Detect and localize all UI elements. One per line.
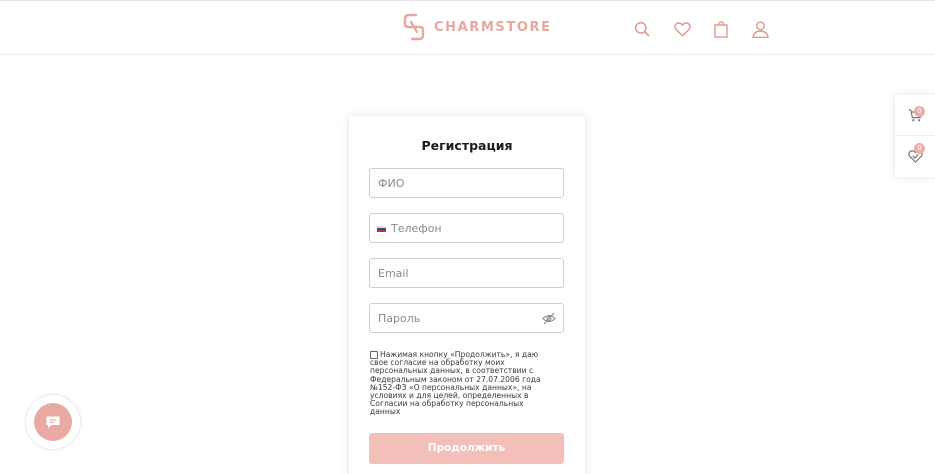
- registration-form: Регистрация Нажимая кнопку «Продолжить»,…: [349, 116, 585, 474]
- shopping-bag-icon[interactable]: [711, 19, 731, 39]
- consent-block: Нажимая кнопку «Продолжить», я даю свое …: [370, 350, 555, 417]
- consent-text: Нажимая кнопку «Продолжить», я даю свое …: [370, 350, 541, 417]
- site-header: CHARMSTORE: [0, 1, 935, 55]
- email-input[interactable]: [370, 259, 563, 287]
- password-input[interactable]: [370, 304, 563, 332]
- form-title: Регистрация: [421, 138, 513, 153]
- name-input[interactable]: [370, 169, 563, 197]
- phone-field: [369, 213, 564, 243]
- user-icon[interactable]: [750, 19, 770, 39]
- side-cart-button[interactable]: 0: [895, 95, 935, 136]
- logo[interactable]: CHARMSTORE: [402, 12, 552, 42]
- chat-widget[interactable]: [25, 394, 81, 450]
- continue-button[interactable]: Продолжить: [369, 433, 564, 464]
- logo-text: CHARMSTORE: [434, 19, 552, 35]
- favorites-count-badge: 0: [914, 143, 925, 154]
- side-panel: 0 0: [895, 95, 935, 177]
- heart-icon[interactable]: [672, 19, 692, 39]
- eye-off-icon[interactable]: [542, 312, 556, 325]
- name-field: [369, 168, 564, 198]
- chat-bubble-icon: [46, 416, 60, 428]
- chat-button[interactable]: [34, 403, 72, 441]
- phone-input[interactable]: [370, 214, 563, 242]
- cart-count-badge: 0: [914, 106, 925, 117]
- email-field: [369, 258, 564, 288]
- search-icon[interactable]: [632, 19, 652, 39]
- password-field: [369, 303, 564, 333]
- side-favorites-button[interactable]: 0: [895, 136, 935, 177]
- consent-checkbox[interactable]: [370, 351, 378, 359]
- logo-icon: [403, 13, 425, 41]
